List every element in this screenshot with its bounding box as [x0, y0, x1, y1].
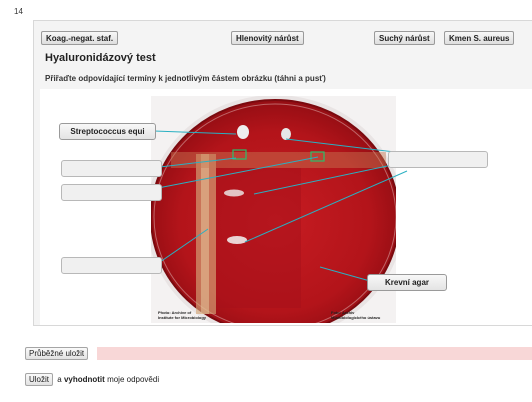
submit-line: Uložit a vyhodnotit moje odpovědi	[25, 373, 159, 386]
drop-target-2[interactable]	[61, 160, 162, 177]
save-status-bar	[97, 347, 532, 360]
save-button[interactable]: Uložit	[25, 373, 54, 386]
drop-target-1[interactable]: Streptococcus equi	[59, 123, 156, 140]
drop-target-3[interactable]	[61, 184, 162, 201]
submit-conjunction: a	[57, 375, 62, 384]
drop-target-6[interactable]: Krevní agar	[367, 274, 447, 291]
drop-target-4[interactable]	[388, 151, 488, 168]
interim-save-button[interactable]: Průběžné uložit	[25, 347, 89, 360]
drop-target-5[interactable]	[61, 257, 162, 274]
connector-lines	[153, 130, 408, 282]
submit-evaluate: vyhodnotit	[63, 375, 105, 384]
submit-rest: moje odpovědi	[107, 375, 160, 384]
